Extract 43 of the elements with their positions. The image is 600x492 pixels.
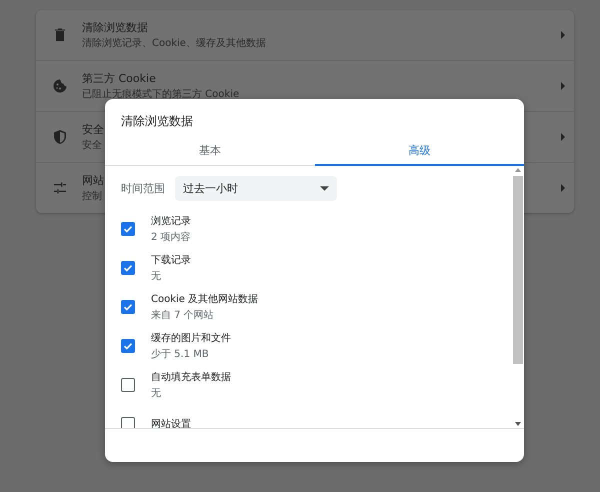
option-label: Cookie 及其他网站数据 — [151, 292, 258, 306]
option-detail: 2 项内容 — [151, 230, 191, 244]
setting-title: 清除浏览数据 — [82, 20, 149, 35]
option-detail: 来自 7 个网站 — [151, 308, 215, 322]
sliders-icon — [52, 180, 68, 196]
option-label: 下载记录 — [151, 254, 191, 266]
setting-title: 网站 — [82, 173, 104, 188]
tab[interactable]: 基本 — [105, 136, 314, 166]
checkbox[interactable] — [121, 222, 135, 236]
checkbox[interactable] — [121, 338, 135, 352]
setting-description: 安全 — [82, 138, 103, 152]
setting-title: 第三方 Cookie — [82, 71, 157, 86]
option-label: 网站设置 — [151, 418, 191, 428]
option-detail: 无 — [151, 386, 162, 400]
option-label: 自动填充表单数据 — [151, 370, 231, 384]
option-detail: 少于 5.1 MB — [151, 348, 210, 360]
setting-description: 控制 — [82, 190, 103, 203]
checkbox[interactable] — [121, 300, 135, 314]
tab[interactable]: 高级 — [314, 136, 524, 166]
field-label: 时间范围 — [121, 181, 165, 196]
trash-icon — [52, 27, 68, 43]
chevron-icon — [560, 133, 566, 141]
option-detail: 无 — [151, 270, 162, 282]
checkbox[interactable] — [121, 416, 135, 428]
settings-row[interactable]: 清除浏览数据 清除浏览记录、Cookie、缓存及其他数据 — [36, 10, 574, 60]
option-label: 缓存的图片和文件 — [151, 332, 231, 344]
chevron-icon — [560, 31, 566, 39]
shield-icon — [52, 129, 68, 145]
setting-description: 已阻止无痕模式下的第三方 Cookie — [82, 88, 240, 101]
setting-title: 安全 — [82, 122, 104, 137]
option-label: 浏览记录 — [151, 214, 191, 228]
cookie-icon — [52, 78, 68, 94]
scroll-up-icon[interactable] — [515, 168, 521, 172]
chevron-icon — [560, 82, 566, 90]
chevron-icon — [560, 184, 566, 192]
scroll-down-icon[interactable] — [515, 422, 521, 426]
scrollbar[interactable] — [512, 166, 524, 428]
dialog-title: 清除浏览数据 — [121, 113, 194, 130]
time-range-dropdown[interactable]: 过去一小时 — [175, 176, 337, 201]
caret-icon — [320, 186, 329, 191]
checkbox[interactable] — [121, 378, 135, 392]
setting-description: 清除浏览记录、Cookie、缓存及其他数据 — [82, 36, 266, 50]
checkbox[interactable] — [121, 260, 135, 274]
